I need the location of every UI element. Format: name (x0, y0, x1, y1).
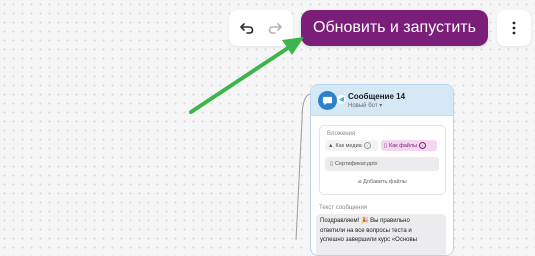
add-files-link[interactable]: ⌀ Добавить файлы (320, 179, 445, 185)
attachments-label: Вложения (327, 131, 356, 137)
undo-icon (240, 23, 254, 34)
chat-bubble-icon (322, 96, 333, 106)
more-vertical-icon (512, 21, 516, 35)
info-icon: i (363, 142, 371, 149)
undo-button[interactable] (235, 16, 259, 40)
node-title: Сообщение 14 (348, 92, 406, 101)
file-icon: ▯ (384, 142, 388, 149)
telegram-badge (337, 95, 346, 104)
redo-icon (268, 23, 282, 34)
message-text-field[interactable]: Поздравляем! 🎉 Вы правильно ответили на … (316, 214, 446, 255)
message-line: ответили на все вопросы теста и (320, 227, 412, 234)
info-icon: i (419, 142, 427, 149)
add-files-label: Добавить файлы (363, 179, 407, 185)
paperclip-icon: ⌀ (358, 179, 362, 185)
message-avatar (318, 91, 337, 110)
image-icon: ▲ (328, 142, 334, 149)
telegram-icon (338, 97, 345, 103)
file-name: Сертификат.pptx (335, 161, 378, 167)
chevron-down-icon: ▾ (379, 103, 383, 109)
message-line: успешно завершили курс «Основы (320, 237, 417, 243)
update-and-run-button[interactable]: Обновить и запустить (301, 10, 488, 46)
more-options-button[interactable] (497, 10, 531, 46)
redo-button[interactable] (263, 16, 287, 40)
as-files-option[interactable]: ▯ Как файлы i (381, 140, 437, 151)
message-line: Поздравляем! 🎉 Вы правильно (320, 218, 410, 224)
message-text-label: Текст сообщения (319, 205, 368, 211)
bot-name: Новый бот (348, 103, 378, 109)
bot-selector[interactable]: Новый бот ▾ (348, 102, 382, 109)
message-node[interactable]: Сообщение 14 Новый бот ▾ Вложения ▲ Как … (310, 84, 454, 256)
as-files-label: Как файлы (389, 142, 418, 149)
history-toolbar (229, 10, 293, 46)
as-media-option[interactable]: ▲ Как медиа i (325, 140, 378, 151)
node-header: Сообщение 14 Новый бот ▾ (311, 85, 453, 116)
attachments-panel: Вложения ▲ Как медиа i ▯ Как файлы i ▯ С… (319, 125, 446, 195)
as-media-label: Как медиа (335, 142, 362, 149)
attached-file[interactable]: ▯ Сертификат.pptx (325, 157, 439, 171)
file-icon: ▯ (330, 161, 334, 167)
